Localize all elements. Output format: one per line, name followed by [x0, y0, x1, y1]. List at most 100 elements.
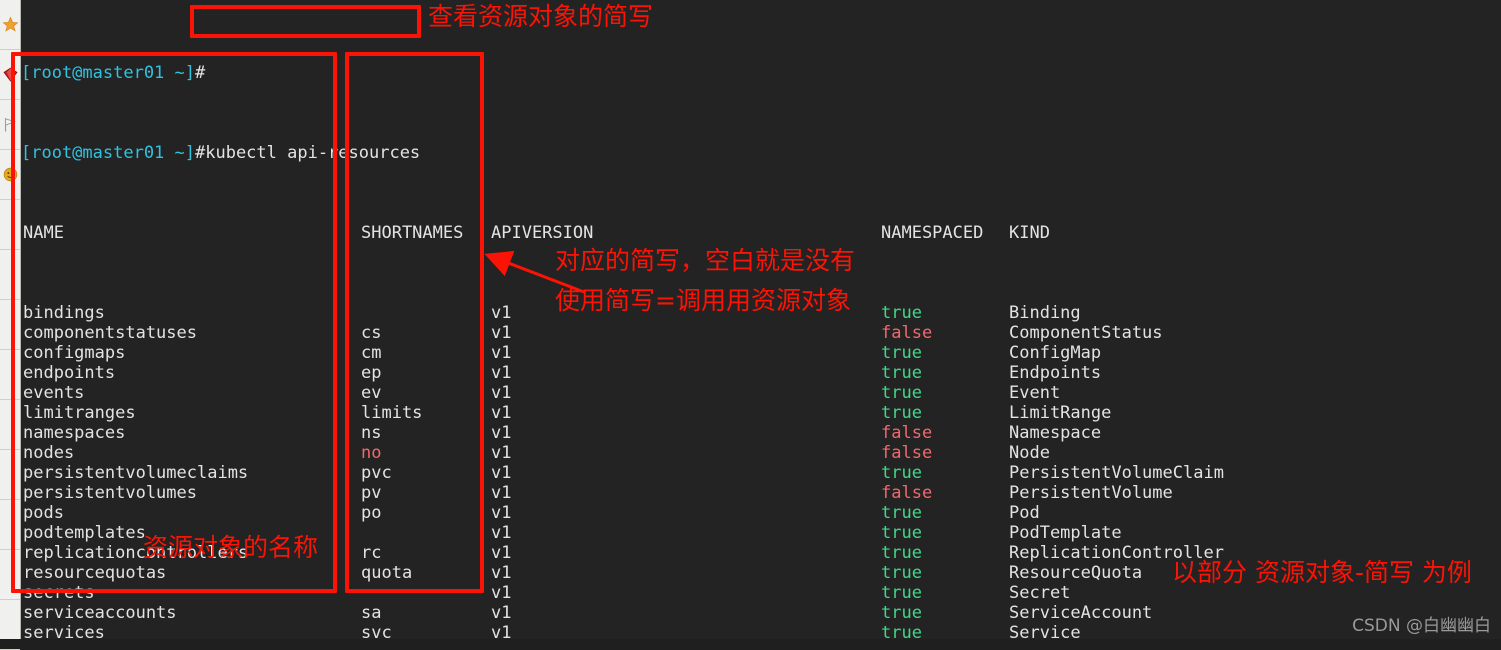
- table-row: persistentvolumes pv v1 false PersistentVolu…: [21, 483, 1501, 503]
- cell-kind: Pod: [1009, 503, 1040, 523]
- cell-shortnames: po: [361, 503, 382, 523]
- prompt-text: [root@master01 ~]: [21, 143, 195, 163]
- cell-shortnames: ns: [361, 423, 382, 443]
- cell-name: pods: [23, 503, 64, 523]
- cell-apiversion: v1: [491, 363, 512, 383]
- cell-name: endpoints: [23, 363, 116, 383]
- cell-kind: Namespace: [1009, 423, 1102, 443]
- cell-name: limitranges: [23, 403, 136, 423]
- cell-shortnames: quota: [361, 563, 413, 583]
- star-icon: [2, 16, 18, 32]
- table-row: secrets v1 true Secret: [21, 583, 1501, 603]
- rail-cell-empty-2: [0, 250, 20, 300]
- cell-shortnames: limits: [361, 403, 423, 423]
- ruby-gem-icon: [3, 67, 17, 82]
- rail-cell-flag[interactable]: [0, 100, 20, 150]
- smiley-icon: [3, 167, 17, 182]
- cell-namespaced: false: [881, 443, 933, 463]
- command-text: #kubectl api-resources: [195, 143, 421, 163]
- cell-name: bindings: [23, 303, 105, 323]
- cell-namespaced: true: [881, 543, 922, 563]
- rail-cell-star[interactable]: [0, 0, 20, 50]
- cell-name: configmaps: [23, 343, 126, 363]
- cell-namespaced: false: [881, 323, 933, 343]
- editor-icon-rail: [0, 0, 21, 650]
- cell-name: nodes: [23, 443, 75, 463]
- rail-cell-empty-7: [0, 500, 20, 550]
- cell-apiversion: v1: [491, 443, 512, 463]
- cell-shortnames: sa: [361, 603, 382, 623]
- cell-namespaced: true: [881, 383, 922, 403]
- cell-shortnames: cs: [361, 323, 382, 343]
- rail-cell-empty-5: [0, 400, 20, 450]
- cell-apiversion: v1: [491, 343, 512, 363]
- table-row: configmaps cm v1 true ConfigMap: [21, 343, 1501, 363]
- cell-namespaced: true: [881, 343, 922, 363]
- command-text: #: [195, 63, 206, 83]
- cell-namespaced: true: [881, 563, 922, 583]
- cell-apiversion: v1: [491, 523, 512, 543]
- cell-kind: Secret: [1009, 583, 1071, 603]
- cell-apiversion: v1: [491, 623, 512, 639]
- table-row: resourcequotas quota v1 true ResourceQuota: [21, 563, 1501, 583]
- column-header-apiversion: APIVERSION: [491, 223, 594, 243]
- cell-namespaced: true: [881, 303, 922, 323]
- cell-name: replicationcontrollers: [23, 543, 249, 563]
- cell-shortnames: svc: [361, 623, 392, 639]
- rail-cell-empty-4: [0, 350, 20, 400]
- table-row: replicationcontrollers rc v1 true Replicatio…: [21, 543, 1501, 563]
- cell-kind: Binding: [1009, 303, 1081, 323]
- cell-namespaced: false: [881, 483, 933, 503]
- cell-kind: PodTemplate: [1009, 523, 1122, 543]
- column-header-kind: KIND: [1009, 223, 1050, 243]
- cell-shortnames: rc: [361, 543, 382, 563]
- table-row: services svc v1 true Service: [21, 623, 1501, 639]
- cell-shortnames: pvc: [361, 463, 392, 483]
- cell-kind: ComponentStatus: [1009, 323, 1163, 343]
- shell-prompt-line-2: [root@master01 ~]#kubectl api-resources: [21, 143, 1501, 163]
- cell-namespaced: true: [881, 503, 922, 523]
- cell-shortnames: pv: [361, 483, 382, 503]
- table-row: events ev v1 true Event: [21, 383, 1501, 403]
- table-row: nodes no v1 false Node: [21, 443, 1501, 463]
- cell-name: events: [23, 383, 85, 403]
- terminal-output[interactable]: [root@master01 ~]# [root@master01 ~]#kub…: [21, 0, 1501, 639]
- rail-cell-smiley[interactable]: [0, 150, 20, 200]
- rail-cell-empty-1: [0, 200, 20, 250]
- table-body: bindings v1 true Binding componentstatuses cs…: [21, 303, 1501, 639]
- cell-namespaced: false: [881, 423, 933, 443]
- table-row: componentstatuses cs v1 false ComponentStatu…: [21, 323, 1501, 343]
- table-row: podtemplates v1 true PodTemplate: [21, 523, 1501, 543]
- cell-namespaced: true: [881, 623, 922, 639]
- cell-namespaced: true: [881, 523, 922, 543]
- table-row: endpoints ep v1 true Endpoints: [21, 363, 1501, 383]
- table-row: pods po v1 true Pod: [21, 503, 1501, 523]
- cell-apiversion: v1: [491, 543, 512, 563]
- cell-kind: Event: [1009, 383, 1061, 403]
- prompt-text: [root@master01 ~]: [21, 63, 195, 83]
- table-row: bindings v1 true Binding: [21, 303, 1501, 323]
- rail-cell-empty-9: [0, 600, 20, 650]
- cell-kind: Service: [1009, 623, 1081, 639]
- table-row: serviceaccounts sa v1 true ServiceAccount: [21, 603, 1501, 623]
- rail-cell-ruby[interactable]: [0, 50, 20, 100]
- cell-name: namespaces: [23, 423, 126, 443]
- cell-name: componentstatuses: [23, 323, 197, 343]
- cell-shortnames: ep: [361, 363, 382, 383]
- column-header-name: NAME: [23, 223, 64, 243]
- cell-apiversion: v1: [491, 463, 512, 483]
- column-header-shortnames: SHORTNAMES: [361, 223, 464, 243]
- table-header-row: NAME SHORTNAMES APIVERSION NAMESPACED KI…: [21, 223, 1501, 243]
- cell-apiversion: v1: [491, 423, 512, 443]
- cell-apiversion: v1: [491, 483, 512, 503]
- rail-cell-empty-8: [0, 550, 20, 600]
- cell-kind: ServiceAccount: [1009, 603, 1153, 623]
- cell-kind: PersistentVolume: [1009, 483, 1173, 503]
- cell-apiversion: v1: [491, 403, 512, 423]
- screenshot-root: [root@master01 ~]# [root@master01 ~]#kub…: [0, 0, 1501, 650]
- rail-cell-empty-6: [0, 450, 20, 500]
- cell-namespaced: true: [881, 583, 922, 603]
- cell-kind: ReplicationController: [1009, 543, 1224, 563]
- cell-apiversion: v1: [491, 383, 512, 403]
- cell-shortnames: cm: [361, 343, 382, 363]
